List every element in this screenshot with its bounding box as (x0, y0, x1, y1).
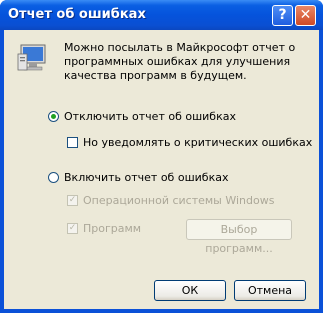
close-button[interactable]: ✕ (295, 5, 316, 26)
radio-disable-report[interactable]: Отключить отчет об ошибках (48, 110, 236, 123)
radio-button[interactable] (48, 111, 59, 122)
monitor-warning-icon (17, 44, 46, 71)
help-button[interactable]: ? (272, 5, 293, 26)
radio-selected-dot (51, 114, 56, 119)
checkbox-programs[interactable]: ✓ Программ (67, 222, 141, 235)
dialog-body: Можно посылать в Майкрософт отчет о прог… (4, 30, 319, 309)
radio-enable-report[interactable]: Включить отчет об ошибках (48, 171, 228, 184)
checkbox-checked-icon[interactable]: ✓ (67, 223, 78, 234)
title-bar[interactable]: Отчет об ошибках ? ✕ (0, 0, 323, 30)
checkbox-notify-critical[interactable]: Но уведомлять о критических ошибках (67, 136, 312, 149)
intro-text: Можно посылать в Майкрософт отчет о прог… (64, 41, 296, 82)
radio-disable-report-label[interactable]: Отключить отчет об ошибках (64, 110, 236, 123)
radio-enable-report-label[interactable]: Включить отчет об ошибках (64, 171, 228, 184)
checkbox[interactable] (67, 137, 78, 148)
error-reporting-dialog: Отчет об ошибках ? ✕ Можно посылать в Ма… (0, 0, 323, 313)
checkbox-checked-icon[interactable]: ✓ (67, 195, 78, 206)
checkbox-programs-label[interactable]: Программ (83, 222, 141, 235)
checkbox-os-windows[interactable]: ✓ Операционной системы Windows (67, 194, 274, 207)
cancel-button[interactable]: Отмена (234, 280, 306, 301)
window-title: Отчет об ошибках (8, 7, 146, 22)
radio-button[interactable] (48, 172, 59, 183)
checkbox-os-windows-label[interactable]: Операционной системы Windows (83, 194, 274, 207)
checkbox-notify-critical-label[interactable]: Но уведомлять о критических ошибках (83, 136, 312, 149)
choose-programs-button[interactable]: Выбор программ... (186, 219, 292, 255)
ok-button[interactable]: ОК (154, 280, 226, 301)
